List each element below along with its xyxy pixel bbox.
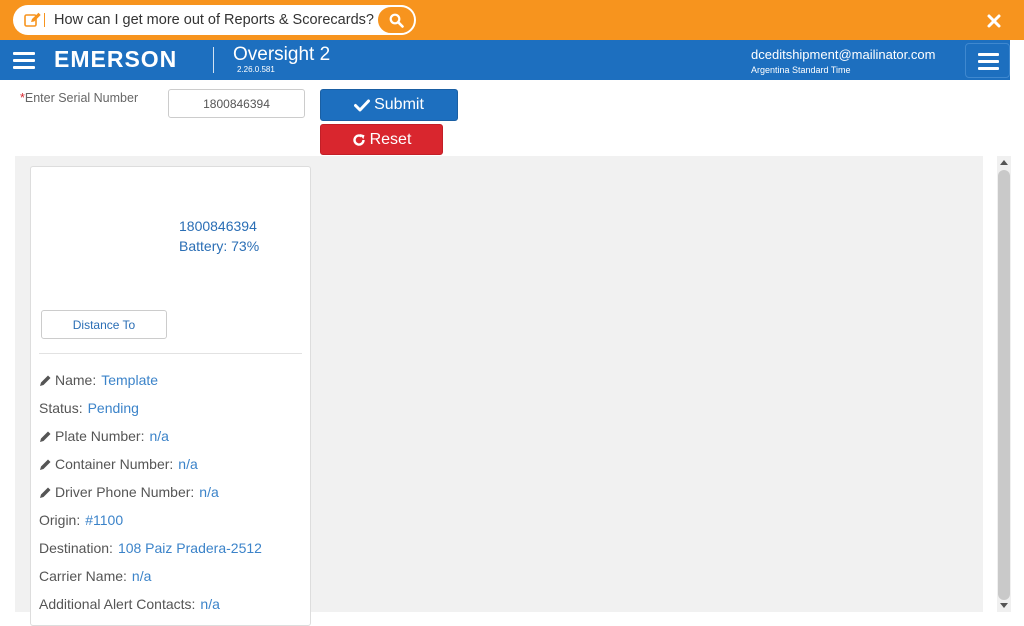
pencil-icon[interactable] xyxy=(39,458,52,471)
detail-label: Driver Phone Number: xyxy=(55,484,195,500)
detail-label: Origin: xyxy=(39,512,81,528)
detail-value[interactable]: Template xyxy=(101,372,158,388)
detail-label: Plate Number: xyxy=(55,428,145,444)
detail-value[interactable]: n/a xyxy=(132,568,151,584)
search-icon xyxy=(389,13,404,28)
distance-to-button[interactable]: Distance To xyxy=(41,310,167,339)
help-prompt-text[interactable]: How can I get more out of Reports & Scor… xyxy=(54,12,374,28)
hamburger-menu-icon[interactable] xyxy=(13,52,35,69)
device-battery: Battery: 73% xyxy=(179,238,260,254)
detail-label: Carrier Name: xyxy=(39,568,127,584)
help-divider xyxy=(44,13,45,27)
detail-value[interactable]: n/a xyxy=(149,428,168,444)
serial-label-text: Enter Serial Number xyxy=(24,91,139,105)
detail-carrier-row: Carrier Name: n/a xyxy=(39,568,151,584)
check-icon xyxy=(354,99,371,111)
card-divider xyxy=(39,353,302,354)
top-navbar: EMERSON Oversight 2 2.26.0.581 dceditshi… xyxy=(0,40,1010,80)
help-bar: How can I get more out of Reports & Scor… xyxy=(0,0,1024,40)
detail-value[interactable]: n/a xyxy=(200,596,219,612)
detail-value[interactable]: n/a xyxy=(178,456,197,472)
detail-origin-row: Origin: #1100 xyxy=(39,512,123,528)
pencil-icon[interactable] xyxy=(39,374,52,387)
detail-destination-row: Destination: 108 Paiz Pradera-2512 xyxy=(39,540,262,556)
device-serial-link[interactable]: 1800846394 xyxy=(179,218,257,234)
edit-icon xyxy=(24,12,41,27)
detail-driver-phone-row: Driver Phone Number: n/a xyxy=(39,484,219,500)
detail-value[interactable]: #1100 xyxy=(85,512,123,528)
menu-icon xyxy=(978,53,999,70)
detail-value[interactable]: n/a xyxy=(199,484,218,500)
scrollbar[interactable] xyxy=(997,156,1011,612)
scrollbar-thumb[interactable] xyxy=(998,170,1010,600)
refresh-icon xyxy=(352,133,365,146)
pencil-icon[interactable] xyxy=(39,486,52,499)
serial-number-input[interactable] xyxy=(168,89,305,118)
reset-label: Reset xyxy=(369,130,412,148)
detail-label: Name: xyxy=(55,372,97,388)
brand-divider xyxy=(213,47,214,73)
serial-number-label: *Enter Serial Number xyxy=(20,91,138,105)
app-name: Oversight 2 xyxy=(233,44,331,65)
device-card: 1800846394 Battery: 73% Distance To Name… xyxy=(30,166,311,626)
submit-label: Submit xyxy=(374,96,424,113)
detail-label: Additional Alert Contacts: xyxy=(39,596,196,612)
detail-label: Destination: xyxy=(39,540,113,556)
detail-label: Container Number: xyxy=(55,456,174,472)
pencil-icon[interactable] xyxy=(39,430,52,443)
submit-button[interactable]: Submit xyxy=(320,89,458,121)
scroll-up-icon[interactable] xyxy=(999,158,1009,168)
reset-button[interactable]: Reset xyxy=(320,124,443,155)
close-icon[interactable] xyxy=(986,13,1002,29)
detail-value: Pending xyxy=(87,400,139,416)
app-version: 2.26.0.581 xyxy=(237,65,275,74)
user-timezone: Argentina Standard Time xyxy=(751,65,851,75)
detail-plate-row: Plate Number: n/a xyxy=(39,428,169,444)
detail-alert-contacts-row: Additional Alert Contacts: n/a xyxy=(39,596,220,612)
brand-logo: EMERSON xyxy=(54,46,178,72)
user-email: dceditshipment@mailinator.com xyxy=(751,47,936,62)
help-search-field[interactable]: How can I get more out of Reports & Scor… xyxy=(13,5,415,35)
detail-label: Status: xyxy=(39,400,83,416)
user-menu-button[interactable] xyxy=(965,43,1010,78)
help-search-button[interactable] xyxy=(376,5,416,35)
detail-status-row: Status: Pending xyxy=(39,400,139,416)
detail-container-row: Container Number: n/a xyxy=(39,456,198,472)
scroll-down-icon[interactable] xyxy=(999,600,1009,610)
detail-value[interactable]: 108 Paiz Pradera-2512 xyxy=(118,540,262,556)
detail-name-row: Name: Template xyxy=(39,372,158,388)
